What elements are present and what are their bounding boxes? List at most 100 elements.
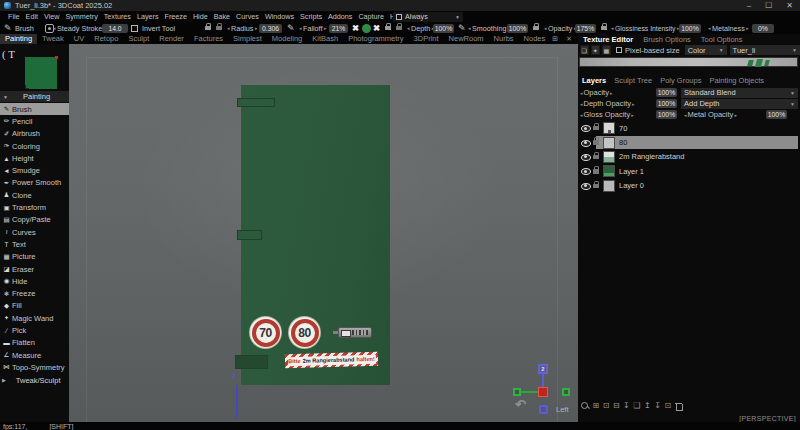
layer-row[interactable]: 2m Rangierabstand (578, 150, 800, 164)
tool-item[interactable]: ❄ Freeze (0, 287, 69, 299)
menu-item[interactable]: Edit (26, 12, 38, 21)
tool-item[interactable]: ✐ Airbrush (0, 128, 69, 140)
steady-stroke-value[interactable]: 14.0 (102, 24, 128, 33)
tool-item[interactable]: ✎ Brush (0, 103, 69, 115)
texture-preview-strip[interactable] (579, 57, 798, 67)
add-layer-icon[interactable]: ⊞ (593, 401, 600, 410)
tab-grid-icon[interactable]: ⊞ (552, 35, 558, 43)
layer-lock-icon[interactable] (593, 155, 599, 160)
color-swatch[interactable] (25, 57, 57, 89)
new-texture-icon[interactable]: ❏ (580, 45, 590, 55)
layer-lock-icon[interactable] (593, 140, 599, 145)
layer-row[interactable]: 70 (578, 121, 800, 135)
menu-item[interactable]: Capture (358, 12, 384, 21)
tool-item[interactable]: ▣ Transform (0, 201, 69, 213)
channel-dropdown[interactable]: Color▼ (685, 45, 727, 55)
tool-item[interactable]: ✦ Magic Wand (0, 312, 69, 324)
lock3-icon[interactable] (533, 22, 539, 34)
menu-item[interactable]: Windows (265, 12, 294, 21)
invert-tool-checkbox[interactable] (131, 22, 138, 34)
tool-section-header[interactable]: ▼ Painting (0, 91, 69, 102)
metalness-label[interactable]: Metalness (708, 22, 749, 34)
glossiness-label[interactable]: Glossiness Intensity (611, 22, 679, 34)
metal-opacity-value[interactable]: 100% (766, 110, 787, 119)
tool-item[interactable]: T Text (0, 238, 69, 250)
layer-panel-tab[interactable]: Painting Objects (705, 76, 768, 85)
minimize-button[interactable]: – (747, 1, 751, 11)
menu-item[interactable]: Curves (236, 12, 259, 21)
gizmo-center-handle[interactable] (538, 387, 548, 397)
move-up-icon[interactable]: ↥ (644, 401, 651, 410)
workspace-tab[interactable]: Simplest (228, 34, 267, 44)
workspace-tab[interactable]: Sculpt (123, 34, 154, 44)
glossiness-value[interactable]: 100% (679, 24, 701, 33)
metal-opacity-label[interactable]: Metal Opacity (684, 110, 737, 119)
layer-panel-tab[interactable]: Poly Groups (656, 76, 705, 85)
tool-item[interactable]: ◪ Eraser (0, 263, 69, 275)
smoothing-value[interactable]: 100% (507, 24, 528, 33)
clear-color-icon[interactable]: ✖ (352, 22, 359, 34)
falloff-value[interactable]: 21% (329, 24, 348, 33)
workspace-tab[interactable]: Tweak (37, 34, 69, 44)
lock2-icon[interactable] (396, 22, 402, 34)
gloss-opacity-value[interactable]: 100% (656, 110, 677, 119)
gizmo-x2-handle[interactable] (562, 388, 570, 396)
depth-label[interactable]: Depth (407, 22, 434, 34)
tab-close-icon[interactable]: ✕ (566, 35, 572, 43)
clamp-icon[interactable] (205, 22, 211, 34)
gizmo-z-handle[interactable]: 2 (538, 364, 548, 374)
radius-value[interactable]: 0.306 (259, 24, 282, 33)
star-icon[interactable]: ✦ (591, 45, 601, 55)
layer-opacity-value[interactable]: 100% (656, 88, 677, 97)
layer-panel-tab[interactable]: Sculpt Tree (610, 76, 656, 85)
depth-opacity-label[interactable]: Depth Opacity (580, 99, 635, 108)
tool-item[interactable]: ◄ Smudge (0, 164, 69, 176)
menu-item[interactable]: Bake (214, 12, 230, 21)
depth-mode-dropdown[interactable]: Add Depth▼ (681, 99, 798, 109)
visibility-eye-icon[interactable] (580, 153, 590, 160)
opacity-label[interactable]: Opacity (544, 22, 576, 34)
metalness-value[interactable]: 0% (752, 24, 774, 33)
import-icon[interactable]: ↧ (623, 401, 630, 410)
menu-item[interactable]: Hide (193, 12, 208, 21)
menu-item[interactable]: Freeze (165, 12, 187, 21)
current-color-swatch[interactable] (362, 22, 371, 34)
falloff-label[interactable]: Falloff (299, 22, 326, 34)
tool-item[interactable]: ◆ Fill (0, 300, 69, 312)
workspace-tab[interactable]: Render (154, 34, 189, 44)
depth-value[interactable]: 100% (433, 24, 454, 33)
gizmo-x-handle[interactable] (513, 388, 521, 396)
pixel-based-checkbox[interactable] (616, 47, 622, 53)
right-panel-tab[interactable]: Tool Options (696, 35, 748, 44)
radius-label[interactable]: Radius (227, 22, 257, 34)
workspace-tab[interactable]: Retopo (89, 34, 123, 44)
layer-lock-icon[interactable] (593, 126, 599, 131)
workspace-tab[interactable]: 3DPrint (409, 34, 444, 44)
grid-icon[interactable]: ▦ (602, 45, 612, 55)
zoom-icon[interactable] (581, 402, 589, 410)
workspace-tab[interactable]: Factures (189, 34, 228, 44)
lock-icon[interactable] (216, 22, 222, 34)
always-dropdown[interactable]: Always ▼ (393, 12, 463, 22)
delete-layer-icon[interactable] (675, 402, 682, 410)
tool-item[interactable]: ∠ Measure (0, 349, 69, 361)
right-panel-tab[interactable]: Brush Options (638, 35, 696, 44)
layer-row[interactable]: Layer 1 (578, 164, 800, 178)
lock4-icon[interactable] (601, 22, 607, 34)
opacity-value[interactable]: 175% (575, 24, 596, 33)
menu-item[interactable]: Symmetry (65, 12, 97, 21)
object-dropdown[interactable]: Tuer_li▼ (730, 45, 800, 55)
menu-item[interactable]: Addons (328, 12, 352, 21)
menu-item[interactable]: Textures (104, 12, 131, 21)
tool-item[interactable]: ♟ Clone (0, 189, 69, 201)
menu-item[interactable]: File (8, 12, 20, 21)
tool-item[interactable]: ▤ Copy/Paste (0, 214, 69, 226)
tool-item[interactable]: ✏ Pencil (0, 115, 69, 127)
duplicate-layer-icon[interactable]: ⊡ (603, 401, 610, 410)
visibility-eye-icon[interactable] (580, 168, 590, 175)
smoothing-label[interactable]: Smoothing (468, 22, 510, 34)
clamp2-icon[interactable] (385, 22, 391, 34)
layer-row[interactable]: Layer 0 (578, 179, 800, 193)
menu-item[interactable]: Scripts (300, 12, 322, 21)
merge-layer-icon[interactable]: ⊟ (613, 401, 620, 410)
